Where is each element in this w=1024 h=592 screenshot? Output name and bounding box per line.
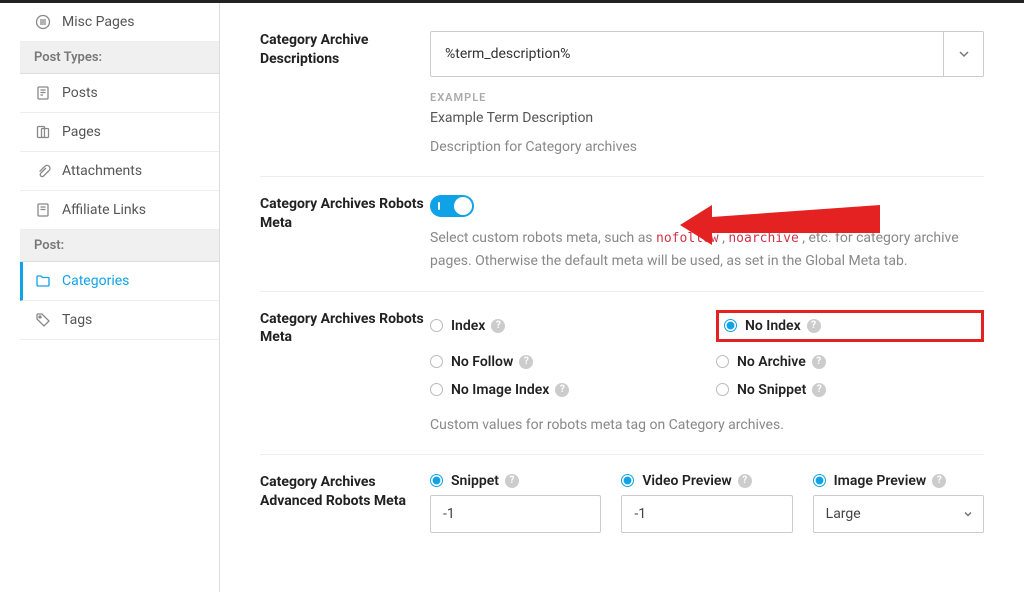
sidebar-item-label: Pages	[62, 124, 101, 140]
section-robots-meta-options: Category Archives Robots Meta Index? No …	[260, 292, 984, 455]
highlight-no-index: No Index?	[716, 310, 984, 342]
section-description: Description for Category archives	[430, 136, 984, 158]
field-label: Video Preview	[642, 473, 731, 489]
circle-menu-icon	[34, 13, 52, 31]
main-panel: Category Archive Descriptions %term_desc…	[220, 3, 1024, 592]
chevron-down-icon[interactable]	[943, 32, 983, 76]
sidebar-header-post-types: Post Types:	[20, 42, 219, 74]
radio-no-archive[interactable]: No Archive?	[716, 354, 984, 370]
sidebar: Misc Pages Post Types: Posts Pages Attac…	[20, 3, 220, 592]
section-label: Category Archives Advanced Robots Meta	[260, 473, 430, 511]
help-icon[interactable]: ?	[519, 355, 533, 369]
radio-no-index[interactable]: No Index?	[724, 318, 821, 334]
example-text: Example Term Description	[430, 110, 984, 126]
sidebar-item-label: Categories	[62, 273, 129, 289]
field-label: Image Preview	[834, 473, 927, 489]
link-icon	[34, 201, 52, 219]
radio-no-follow[interactable]: No Follow?	[430, 354, 698, 370]
sidebar-item-tags[interactable]: Tags	[20, 301, 219, 340]
section-advanced-robots-meta: Category Archives Advanced Robots Meta S…	[260, 455, 984, 551]
sidebar-item-pages[interactable]: Pages	[20, 113, 219, 152]
section-label: Category Archive Descriptions	[260, 31, 430, 69]
radio-no-snippet[interactable]: No Snippet?	[716, 382, 984, 398]
sidebar-item-label: Tags	[62, 312, 92, 328]
help-icon[interactable]: ?	[807, 319, 821, 333]
sidebar-item-misc-pages[interactable]: Misc Pages	[20, 3, 219, 42]
sidebar-item-label: Attachments	[62, 163, 142, 179]
sidebar-item-label: Affiliate Links	[62, 202, 146, 218]
section-description: Custom values for robots meta tag on Cat…	[430, 414, 984, 436]
page-icon	[34, 123, 52, 141]
help-icon[interactable]: ?	[491, 319, 505, 333]
sidebar-item-affiliate-links[interactable]: Affiliate Links	[20, 191, 219, 230]
attachment-icon	[34, 162, 52, 180]
help-icon[interactable]: ?	[812, 355, 826, 369]
section-description: Select custom robots meta, such as nofol…	[430, 227, 984, 272]
sidebar-item-label: Posts	[62, 85, 98, 101]
help-icon[interactable]: ?	[505, 474, 519, 488]
example-label: EXAMPLE	[430, 91, 984, 104]
tag-icon	[34, 311, 52, 329]
sidebar-item-attachments[interactable]: Attachments	[20, 152, 219, 191]
sidebar-header-post: Post:	[20, 230, 219, 262]
field-label: Snippet	[451, 473, 499, 489]
section-category-archive-descriptions: Category Archive Descriptions %term_desc…	[260, 13, 984, 177]
section-label: Category Archives Robots Meta	[260, 195, 430, 233]
help-icon[interactable]: ?	[738, 474, 752, 488]
sidebar-item-label: Misc Pages	[62, 14, 135, 30]
section-robots-meta-toggle: Category Archives Robots Meta Select cus…	[260, 177, 984, 291]
radio-no-image-index[interactable]: No Image Index?	[430, 382, 698, 398]
section-label: Category Archives Robots Meta	[260, 310, 430, 348]
snippet-input[interactable]	[430, 495, 601, 533]
help-icon[interactable]: ?	[555, 383, 569, 397]
image-preview-select[interactable]: Large	[813, 495, 984, 533]
description-field[interactable]: %term_description%	[430, 31, 984, 77]
help-icon[interactable]: ?	[812, 383, 826, 397]
description-value: %term_description%	[431, 34, 943, 74]
code-noarchive: noarchive	[728, 231, 798, 246]
sidebar-item-posts[interactable]: Posts	[20, 74, 219, 113]
code-nofollow: nofollow	[656, 231, 719, 246]
radio-index[interactable]: Index?	[430, 310, 698, 342]
robots-meta-toggle[interactable]	[430, 195, 474, 217]
post-icon	[34, 84, 52, 102]
video-preview-input[interactable]	[621, 495, 792, 533]
sidebar-item-categories[interactable]: Categories	[20, 262, 219, 301]
folder-icon	[34, 272, 52, 290]
help-icon[interactable]: ?	[932, 474, 946, 488]
